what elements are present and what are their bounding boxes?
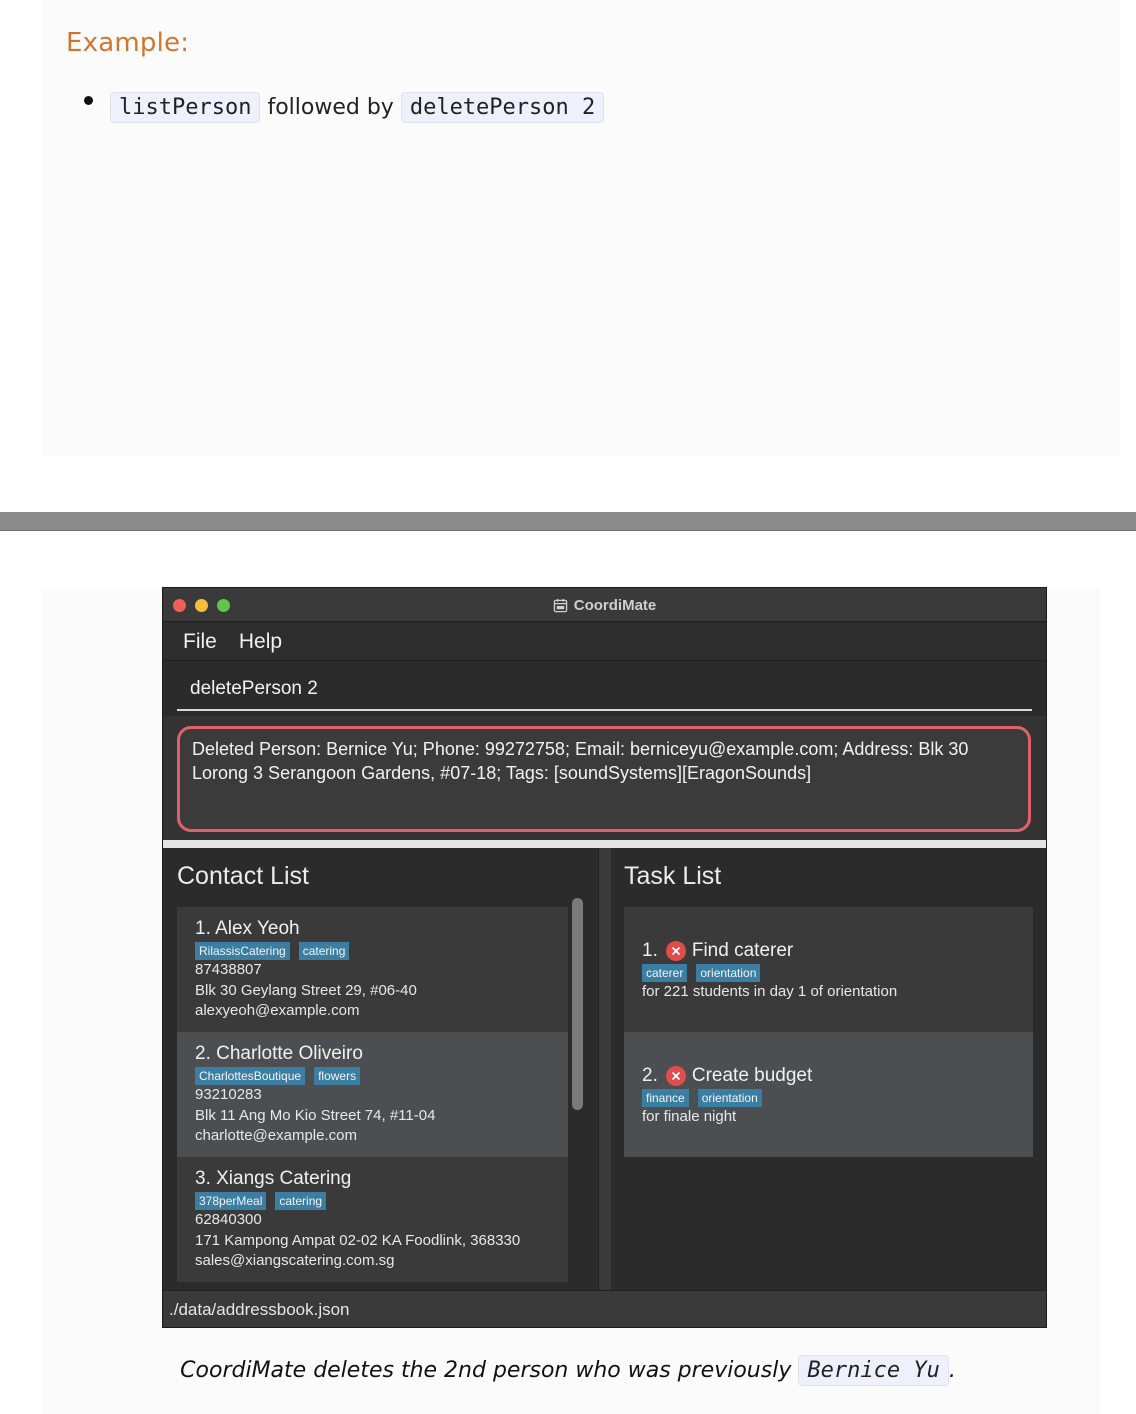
command-input[interactable]: deletePerson 2 xyxy=(177,668,1032,711)
contact-name: 3. Xiangs Catering xyxy=(195,1168,352,1189)
app-window: CoordiMate File Help deletePerson 2 Dele… xyxy=(162,587,1047,1328)
figure-caption: CoordiMate deletes the 2nd person who wa… xyxy=(0,1352,1136,1388)
contact-email: charlotte@example.com xyxy=(195,1127,357,1144)
task-title: Create budget xyxy=(691,1065,813,1086)
doc-example-block xyxy=(42,0,1120,456)
tag: orientation xyxy=(697,1088,762,1107)
app-title: CoordiMate xyxy=(573,596,657,614)
tag: 378perMeal xyxy=(195,1191,267,1210)
code-delete-person: deletePerson 2 xyxy=(400,91,605,123)
contact-card[interactable]: 1. Alex Yeoh RilassisCatering catering 8… xyxy=(177,907,568,1032)
result-message: Deleted Person: Bernice Yu; Phone: 99272… xyxy=(177,726,1031,832)
x-icon xyxy=(665,941,686,961)
contact-phone: 87438807 xyxy=(195,961,262,978)
tag: orientation xyxy=(696,963,761,982)
tag: finance xyxy=(642,1088,689,1107)
menu-help[interactable]: Help xyxy=(239,630,282,654)
tag: catering xyxy=(298,941,350,960)
contact-name: 2. Charlotte Oliveiro xyxy=(195,1043,363,1064)
x-icon xyxy=(665,1066,686,1086)
task-note: for 221 students in day 1 of orientation xyxy=(642,983,898,1000)
tag: caterer xyxy=(642,963,688,982)
caption-tail: . xyxy=(948,1357,956,1383)
task-header: 2. Create budget xyxy=(642,1064,1015,1088)
tag: CharlottesBoutique xyxy=(195,1066,306,1085)
task-index: 2. xyxy=(642,1065,658,1086)
task-title: Find caterer xyxy=(691,940,794,961)
window-title: CoordiMate xyxy=(163,588,1046,622)
contact-card[interactable]: 3. Xiangs Catering 378perMeal catering 6… xyxy=(177,1157,568,1282)
task-card[interactable]: 2. Create budget finance orientation for… xyxy=(624,1032,1033,1157)
contact-address: 171 Kampong Ampat 02-02 KA Foodlink, 368… xyxy=(195,1231,521,1249)
code-list-person: listPerson xyxy=(110,91,261,123)
tag: catering xyxy=(275,1191,327,1210)
example-heading: Example: xyxy=(66,28,190,58)
contact-address: Blk 30 Geylang Street 29, #06-40 xyxy=(195,981,417,999)
contact-card[interactable]: 2. Charlotte Oliveiro CharlottesBoutique… xyxy=(177,1032,568,1157)
tag: flowers xyxy=(314,1066,361,1085)
contact-phone: 93210283 xyxy=(195,1086,262,1103)
panel-divider xyxy=(599,848,611,1290)
tag: RilassisCatering xyxy=(195,941,290,960)
task-tags: caterer orientation xyxy=(642,963,1015,982)
title-bar: CoordiMate xyxy=(163,588,1046,622)
split-divider[interactable] xyxy=(163,840,1046,848)
contact-list-scrollbar[interactable] xyxy=(572,898,583,1110)
task-index: 1. xyxy=(642,940,658,961)
menu-file[interactable]: File xyxy=(183,630,217,654)
example-bullet: listPerson followed by deletePerson 2 xyxy=(110,90,605,124)
contact-address: Blk 11 Ang Mo Kio Street 74, #11-04 xyxy=(195,1106,436,1124)
contact-tags: CharlottesBoutique flowers xyxy=(195,1066,550,1085)
contact-phone: 62840300 xyxy=(195,1211,262,1228)
contact-list-panel: Contact List 1. Alex Yeoh RilassisCateri… xyxy=(163,848,599,1290)
contact-email: sales@xiangscatering.com.sg xyxy=(195,1252,395,1269)
contact-list-title: Contact List xyxy=(177,862,310,890)
task-note: for finale night xyxy=(642,1108,737,1125)
task-card[interactable]: 1. Find caterer caterer orientation for … xyxy=(624,907,1033,1032)
task-list-title: Task List xyxy=(624,862,722,890)
bullet-dot xyxy=(84,96,93,105)
task-list-panel: Task List 1. Find caterer caterer orient… xyxy=(611,848,1046,1290)
result-display-area: Deleted Person: Bernice Yu; Phone: 99272… xyxy=(163,716,1046,840)
menu-bar: File Help xyxy=(163,623,1046,661)
followed-by-text: followed by xyxy=(267,94,394,120)
section-separator xyxy=(0,512,1136,531)
status-bar-file-path: ./data/addressbook.json xyxy=(163,1290,1046,1327)
contact-tags: 378perMeal catering xyxy=(195,1191,550,1210)
caption-code: Bernice Yu xyxy=(798,1354,949,1386)
task-tags: finance orientation xyxy=(642,1088,1015,1107)
contact-email: alexyeoh@example.com xyxy=(195,1002,360,1019)
contact-name: 1. Alex Yeoh xyxy=(195,918,300,939)
task-header: 1. Find caterer xyxy=(642,939,1015,963)
contact-tags: RilassisCatering catering xyxy=(195,941,550,960)
caption-text: CoordiMate deletes the 2nd person who wa… xyxy=(180,1357,792,1383)
calendar-icon xyxy=(553,598,567,612)
